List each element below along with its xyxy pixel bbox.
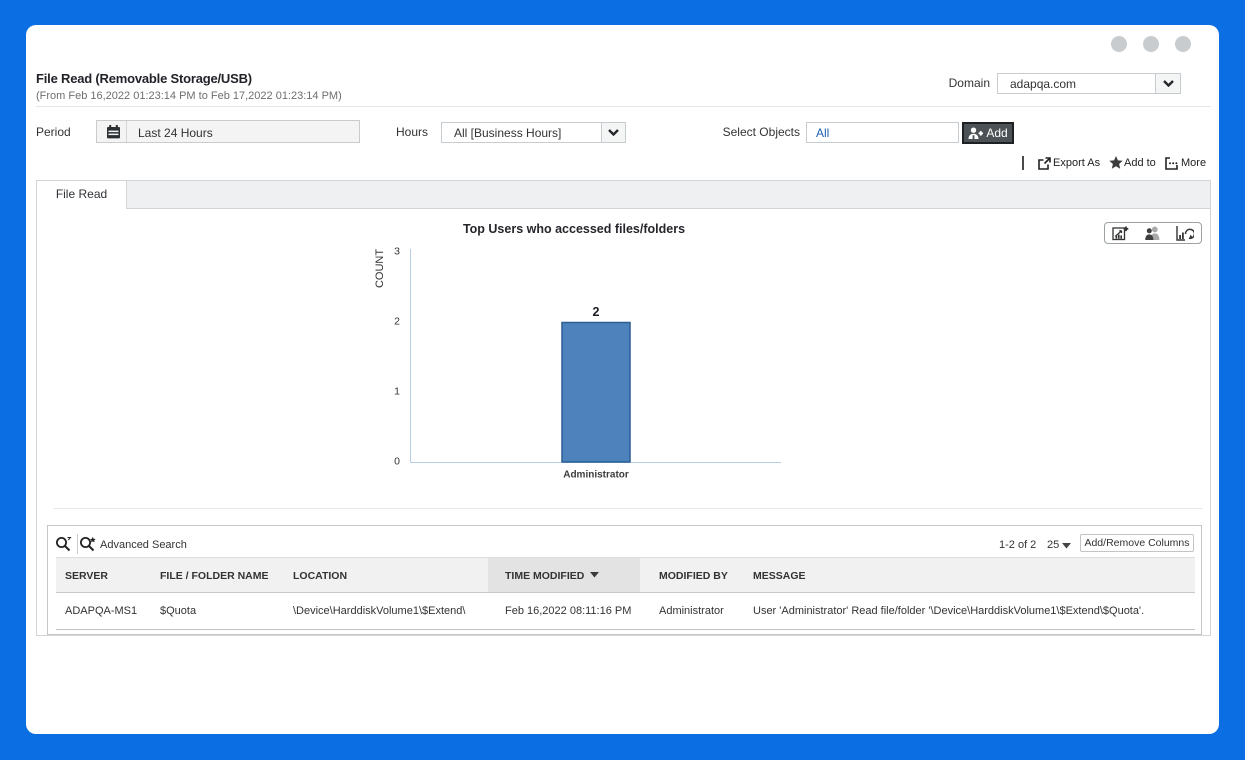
svg-text:3: 3 — [394, 246, 400, 258]
svg-text:2: 2 — [394, 316, 400, 328]
svg-text:COUNT: COUNT — [374, 249, 386, 288]
svg-text:1: 1 — [394, 386, 400, 398]
svg-text:0: 0 — [394, 456, 400, 468]
svg-text:Administrator: Administrator — [563, 470, 629, 481]
svg-text:2: 2 — [593, 305, 600, 319]
